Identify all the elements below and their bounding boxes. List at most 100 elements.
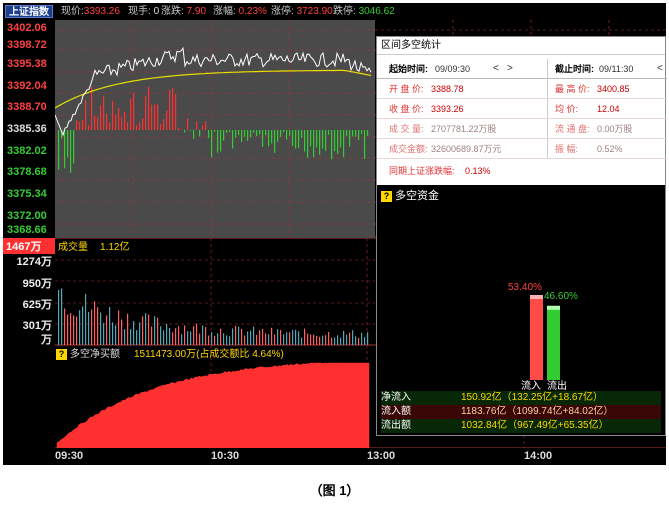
momentum-bar <box>163 119 165 130</box>
momentum-bar <box>256 130 258 137</box>
volume-bar <box>217 333 219 345</box>
start-time-next-icon[interactable]: > <box>507 59 513 79</box>
momentum-bar <box>319 130 321 155</box>
volume-bar <box>190 331 192 345</box>
volume-bar <box>226 335 228 345</box>
fund-flow-panel: ? 多空资金 53.40% 46.60% 流入 流出 净流入 150.92亿（13… <box>377 185 665 435</box>
price-chart[interactable] <box>55 20 375 238</box>
volume-bar <box>331 337 333 345</box>
inflow-label: 流入 <box>521 381 541 392</box>
time-label: 13:00 <box>367 450 396 462</box>
price-axis-label: 3375.34 <box>7 188 47 200</box>
volume-axis-label: 万 <box>41 334 52 346</box>
volume-bar <box>208 335 210 345</box>
momentum-bar <box>292 130 294 146</box>
volume-bar <box>109 307 111 345</box>
volume-bar <box>358 337 360 345</box>
price-axis: 3402.06 3398.72 3395.38 3392.04 3388.70 … <box>3 20 55 238</box>
end-time-prev-icon[interactable]: < <box>657 59 663 79</box>
momentum-bar <box>154 104 156 130</box>
volume-bar <box>361 332 363 345</box>
momentum-bar <box>166 110 168 130</box>
momentum-bar <box>289 130 291 136</box>
turnover-value: 32600689.87万元 <box>431 144 502 154</box>
momentum-bar <box>232 130 234 149</box>
volume-bar <box>196 323 198 345</box>
momentum-bar <box>361 130 363 134</box>
volume-bar <box>307 333 309 345</box>
momentum-bar <box>70 130 72 173</box>
momentum-bar <box>238 130 240 136</box>
momentum-bar <box>322 130 324 149</box>
volume-bar <box>172 332 174 345</box>
momentum-bar <box>364 130 366 159</box>
volume-bar <box>94 301 96 345</box>
volume-bar <box>223 333 225 345</box>
amplitude-value: 0.52% <box>597 144 623 154</box>
volume-bar <box>85 293 87 345</box>
volume-bar <box>97 307 99 345</box>
volume-bar <box>364 336 366 345</box>
volume-bar <box>292 329 294 345</box>
same-period-row: 同期上证涨跌幅: 0.13% <box>377 161 667 181</box>
volume-bar <box>262 328 264 345</box>
momentum-bar <box>253 130 255 133</box>
same-period-value: 0.13% <box>465 166 491 176</box>
quote-limit-down: 跌停: 3046.62 <box>333 6 395 17</box>
index-name[interactable]: 上证指数 <box>5 5 53 18</box>
volume-bar <box>100 312 102 345</box>
momentum-bar <box>334 130 336 152</box>
momentum-bar <box>349 130 351 147</box>
start-time-prev-icon[interactable]: < <box>493 59 499 79</box>
price-axis-label: 3372.00 <box>7 210 47 222</box>
momentum-bar <box>343 130 345 158</box>
volume-bar <box>178 326 180 345</box>
interval-stats-dialog[interactable]: 区间多空统计 起始时间: 09/09:30 < > 截止时间: 09/11:30… <box>376 36 667 436</box>
volume-bar <box>67 314 69 345</box>
volume-bar <box>139 322 141 345</box>
close-price-value: 3393.26 <box>431 104 464 114</box>
momentum-bar <box>109 122 111 130</box>
volume-bar <box>193 326 195 345</box>
volume-bar <box>181 334 183 345</box>
momentum-bar <box>157 104 159 130</box>
volume-bar <box>274 334 276 345</box>
time-label: 10:30 <box>211 450 240 462</box>
same-period-label: 同期上证涨跌幅: <box>389 166 455 176</box>
help-icon[interactable]: ? <box>56 349 67 360</box>
volume-bar <box>319 336 321 345</box>
volume-bar <box>340 337 342 345</box>
outflow-amount-label: 流出额 <box>381 420 411 431</box>
momentum-bar <box>193 130 195 139</box>
momentum-bar <box>88 125 90 130</box>
volume-bar <box>286 332 288 345</box>
high-price-label: 最 高 价: <box>555 84 590 94</box>
momentum-bar <box>85 100 87 130</box>
momentum-bar <box>301 130 303 139</box>
average-price-label: 均 价: <box>555 104 579 114</box>
momentum-bar <box>175 93 177 130</box>
momentum-bar <box>73 130 75 164</box>
momentum-bar <box>367 130 369 136</box>
volume-bar <box>334 337 336 345</box>
momentum-bar <box>169 89 171 130</box>
momentum-bar <box>115 114 117 130</box>
volume-bar <box>265 333 267 345</box>
start-time-value: 09/09:30 <box>435 64 471 74</box>
dialog-title[interactable]: 区间多空统计 <box>377 37 665 55</box>
momentum-bar <box>286 130 288 140</box>
end-time-label: 截止时间: <box>555 64 594 74</box>
momentum-bar <box>184 130 186 133</box>
start-time-label: 起始时间: <box>389 64 428 74</box>
volume-bar <box>304 328 306 345</box>
price-axis-label: 3402.06 <box>7 22 47 34</box>
momentum-bar <box>118 107 120 130</box>
price-axis-label: 3392.04 <box>7 80 47 92</box>
momentum-bar <box>199 130 201 137</box>
momentum-bar <box>196 121 198 130</box>
momentum-bar <box>151 104 153 130</box>
volume-bar <box>91 309 93 345</box>
volume-bar <box>88 311 90 345</box>
price-axis-label: 3368.66 <box>7 224 47 236</box>
momentum-bar <box>244 130 246 137</box>
